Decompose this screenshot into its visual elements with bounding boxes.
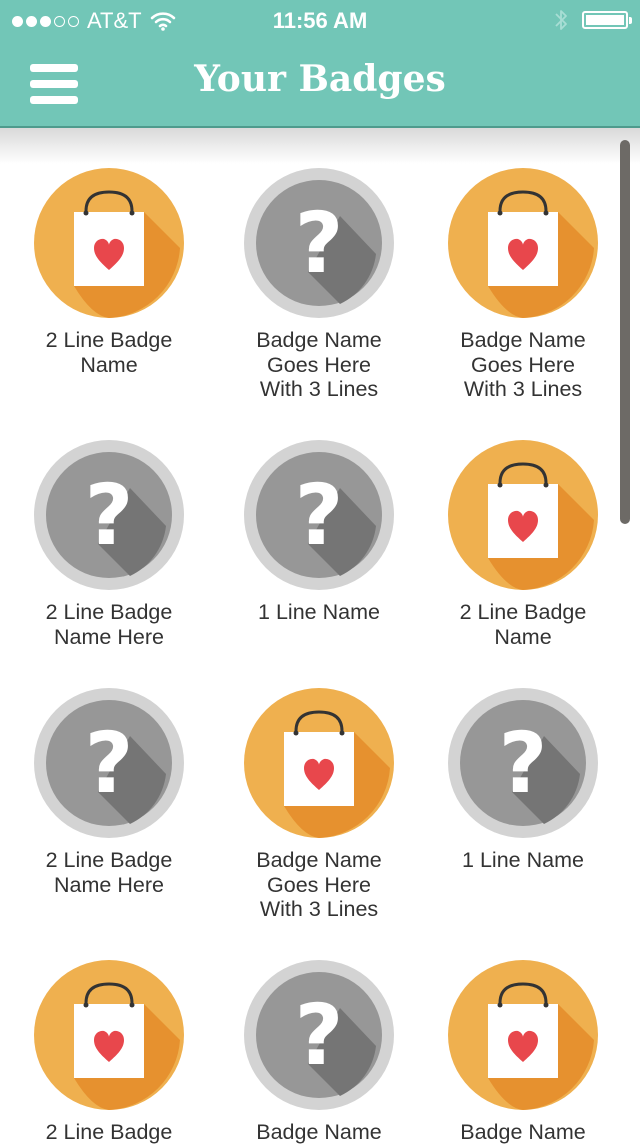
question-mark-icon: ?	[34, 440, 184, 590]
badge-item[interactable]: ? Badge Name	[219, 960, 419, 1145]
badge-name-line: 2 Line Badge	[45, 848, 173, 872]
svg-text:?: ?	[499, 714, 548, 812]
badge-name-line: Badge Name	[256, 328, 382, 352]
shopping-bag-heart-icon	[34, 168, 184, 318]
svg-text:?: ?	[85, 466, 134, 564]
badge-name-line: 2 Line Badge	[45, 328, 173, 352]
badge-name: 2 Line Badge Name	[9, 328, 209, 377]
status-bar: AT&T 11:56 AM	[0, 0, 640, 40]
badge-name: 2 Line Badge	[9, 1120, 209, 1145]
svg-text:?: ?	[295, 194, 344, 292]
badge-name-line: Name Here	[54, 624, 164, 649]
question-mark-icon: ?	[244, 168, 394, 318]
badge-name-line: 1 Line Name	[258, 600, 380, 624]
badge-name-line: Badge Name	[256, 848, 382, 872]
badge-name-line: Badge Name	[256, 1120, 382, 1144]
question-mark-icon: ?	[448, 688, 598, 838]
badge-name-line: Badge Name	[460, 1120, 586, 1144]
badge-name: 2 Line Badge Name Here	[9, 848, 209, 897]
question-mark-icon: ?	[244, 960, 394, 1110]
badge-name: 1 Line Name	[423, 848, 623, 873]
badge-name: Badge Name Goes Here With 3 Lines	[219, 328, 419, 402]
badge-item[interactable]: ? 2 Line Badge Name Here	[9, 440, 209, 649]
badge-item[interactable]: ? 1 Line Name	[219, 440, 419, 625]
badge-name-line: 2 Line Badge	[45, 600, 173, 624]
badge-name-line: Badge Name	[460, 328, 586, 352]
badge-name: Badge Name	[219, 1120, 419, 1145]
shopping-bag-heart-icon	[244, 688, 394, 838]
badge-name-line: Name Here	[54, 872, 164, 897]
badge-name-line: Goes Here	[267, 872, 371, 897]
badge-item[interactable]: 2 Line Badge	[9, 960, 209, 1145]
badge-name-line: With 3 Lines	[259, 897, 379, 921]
page-title: Your Badges	[194, 58, 446, 100]
badge-name-line: Name	[494, 624, 552, 649]
badge-item[interactable]: 2 Line Badge Name	[9, 168, 209, 377]
svg-text:?: ?	[85, 714, 134, 812]
svg-text:?: ?	[295, 466, 344, 564]
badge-item[interactable]: Badge Name Goes Here With 3 Lines	[423, 168, 623, 402]
status-time: 11:56 AM	[272, 8, 368, 33]
badge-item[interactable]: ? Badge Name Goes Here With 3 Lines	[219, 168, 419, 402]
badge-name: 2 Line Badge Name Here	[9, 600, 209, 649]
svg-text:?: ?	[295, 986, 344, 1084]
badge-name-line: Name	[80, 352, 138, 377]
header-shadow	[0, 128, 640, 164]
shopping-bag-heart-icon	[448, 960, 598, 1110]
badge-name-line: With 3 Lines	[259, 377, 379, 401]
badge-name: 2 Line Badge Name	[423, 600, 623, 649]
shopping-bag-heart-icon	[34, 960, 184, 1110]
badge-item[interactable]: ? 2 Line Badge Name Here	[9, 688, 209, 897]
badge-name-line: Goes Here	[267, 352, 371, 377]
shopping-bag-heart-icon	[448, 440, 598, 590]
badge-name: Badge Name Goes Here With 3 Lines	[423, 328, 623, 402]
battery-icon	[582, 11, 632, 29]
badge-name-line: 2 Line Badge	[459, 600, 587, 624]
scrollbar[interactable]	[620, 140, 630, 524]
badge-name: Badge Name	[423, 1120, 623, 1145]
badge-name: 1 Line Name	[219, 600, 419, 625]
badge-name-line: Goes Here	[471, 352, 575, 377]
bluetooth-icon	[555, 10, 567, 30]
question-mark-icon: ?	[34, 688, 184, 838]
badge-item[interactable]: ? 1 Line Name	[423, 688, 623, 873]
shopping-bag-heart-icon	[448, 168, 598, 318]
badge-item[interactable]: 2 Line Badge Name	[423, 440, 623, 649]
badge-item[interactable]: Badge Name Goes Here With 3 Lines	[219, 688, 419, 922]
badge-name-line: 2 Line Badge	[45, 1120, 173, 1144]
badge-item[interactable]: Badge Name	[423, 960, 623, 1145]
question-mark-icon: ?	[244, 440, 394, 590]
nav-bar: Your Badges	[0, 40, 640, 128]
badge-name-line: With 3 Lines	[463, 377, 583, 401]
badge-name-line: 1 Line Name	[462, 848, 584, 872]
badge-name: Badge Name Goes Here With 3 Lines	[219, 848, 419, 922]
